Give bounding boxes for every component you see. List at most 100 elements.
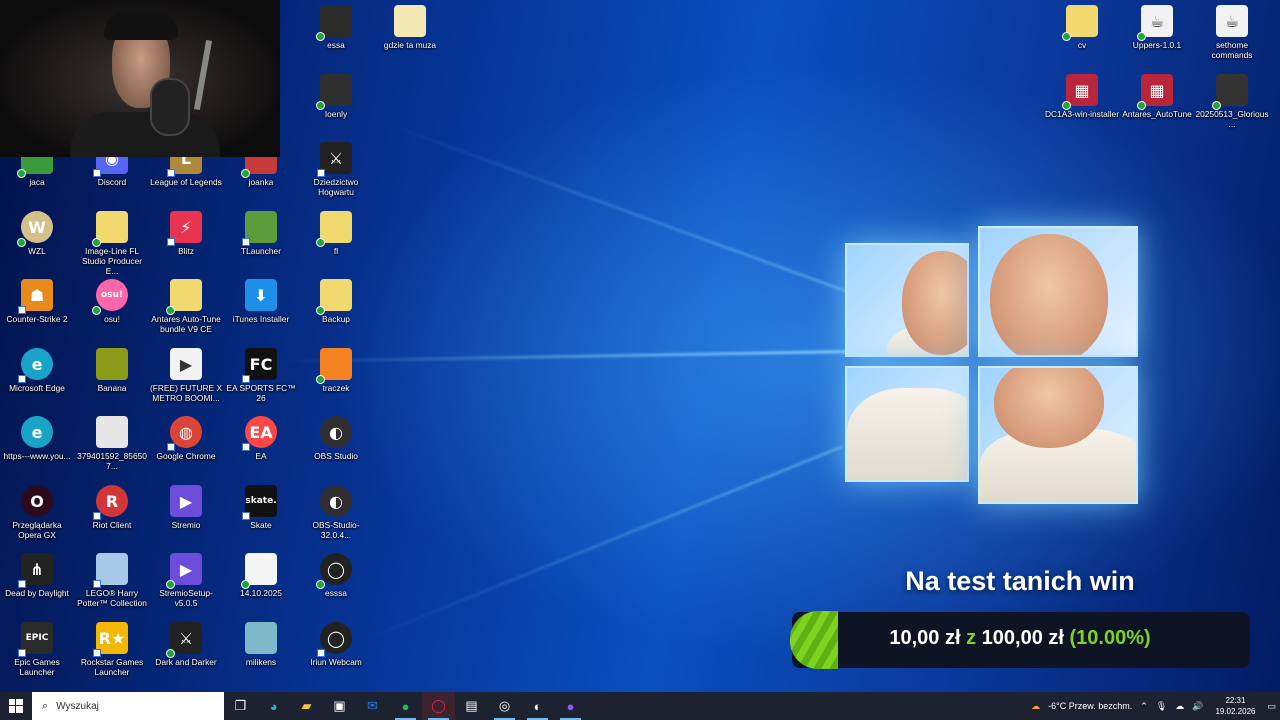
desktop-icon-stremio[interactable]: ▶ Stremio <box>149 485 223 530</box>
taskbar-spotify[interactable]: ● <box>389 692 422 720</box>
desktop-icon-date[interactable]: 14.10.2025 <box>224 553 298 598</box>
shortcut-arrow-icon <box>317 649 325 657</box>
desktop-icon-fc26[interactable]: FC EA SPORTS FC™ 26 <box>224 348 298 403</box>
weather-text[interactable]: -6°C Przew. bezchm. <box>1044 701 1136 711</box>
desktop-icon-blitz[interactable]: ⚡ Blitz <box>149 211 223 256</box>
taskbar-discord[interactable]: ● <box>554 692 587 720</box>
photos-icon: ▤ <box>465 698 478 713</box>
desktop-icon-ioenly[interactable]: Ioenly <box>299 74 373 119</box>
light-beam <box>359 445 843 643</box>
taskbar-outlook[interactable]: ✉ <box>356 692 389 720</box>
desktop-icon-edge[interactable]: e Microsoft Edge <box>0 348 74 393</box>
iriun-icon: ◯ <box>317 622 352 657</box>
chevron-up-icon[interactable]: ⌃ <box>1136 701 1152 712</box>
cs2-icon: ☗ <box>18 279 53 314</box>
desktop-icon-traczek[interactable]: traczek <box>299 348 373 393</box>
sync-status-icon <box>316 580 325 589</box>
taskbar-iriun[interactable]: ◎ <box>488 692 521 720</box>
network-icon[interactable]: ☁ <box>1171 701 1188 712</box>
desktop-icon-epic[interactable]: EPIC Epic Games Launcher <box>0 622 74 677</box>
clock[interactable]: 22:31 19.02.2026 <box>1207 695 1263 717</box>
desktop-icon-itunes[interactable]: ⬇ iTunes Installer <box>224 279 298 324</box>
desktop-icon-cv[interactable]: cv <box>1045 5 1119 50</box>
shortcut-arrow-icon <box>93 512 101 520</box>
desktop-icon-lego[interactable]: LEGO® Harry Potter™ Collection <box>75 553 149 608</box>
shortcut-arrow-icon <box>242 443 250 451</box>
sync-status-icon <box>17 169 26 178</box>
desktop-icon-dbd[interactable]: ⋔ Dead by Daylight <box>0 553 74 598</box>
sync-status-icon <box>1137 101 1146 110</box>
desktop-icon-ea[interactable]: EA EA <box>224 416 298 461</box>
sync-status-icon <box>316 306 325 315</box>
desktop-icon-label: Stremio <box>171 520 201 530</box>
desktop-icon-tlauncher[interactable]: TLauncher <box>224 211 298 256</box>
desktop-icon-backup[interactable]: Backup <box>299 279 373 324</box>
desktop-icon-label: cv <box>1077 40 1087 50</box>
desktop-icon-obs[interactable]: ◐ OBS Studio <box>299 416 373 461</box>
desktop-icon-uppers[interactable]: ☕ Uppers-1.0.1 <box>1120 5 1194 50</box>
desktop-icon-milikens[interactable]: milikens <box>224 622 298 667</box>
microphone-icon[interactable]: 🎙 <box>1152 701 1171 712</box>
taskbar-opera-gx[interactable]: ◯ <box>422 692 455 720</box>
window-pane-top-right <box>978 226 1138 357</box>
desktop-icon-essa[interactable]: essa <box>299 5 373 50</box>
desktop-icon-fl[interactable]: fl <box>299 211 373 256</box>
taskbar-edge[interactable]: ◕ <box>257 692 290 720</box>
rockstar-glyph: R★ <box>98 628 126 648</box>
wzl-glyph: W <box>28 217 46 237</box>
desktop-icon-osu[interactable]: osu! osu! <box>75 279 149 324</box>
desktop-icon-photo[interactable]: 379401592_856507... <box>75 416 149 471</box>
donation-goal-title: Na test tanich win <box>905 566 1135 596</box>
desktop-icon-esssa[interactable]: ◯ esssa <box>299 553 373 598</box>
desktop-icon-chrome[interactable]: ◍ Google Chrome <box>149 416 223 461</box>
youtube-icon: e <box>21 416 53 448</box>
desktop-icon-cs2[interactable]: ☗ Counter-Strike 2 <box>0 279 74 324</box>
hogwart-icon: ⚔ <box>317 142 352 177</box>
desktop-icon-iriun[interactable]: ◯ Iriun Webcam <box>299 622 373 667</box>
taskbar-store[interactable]: ▣ <box>323 692 356 720</box>
desktop-icon-skate[interactable]: skate. Skate <box>224 485 298 530</box>
desktop-icon-youtube[interactable]: e https---www.you... <box>0 416 74 461</box>
glorious-icon <box>1212 74 1248 110</box>
desktop-icon-flstudio[interactable]: Image-Line FL Studio Producer E... <box>75 211 149 276</box>
desktop-icon-opera[interactable]: O Przeglądarka Opera GX <box>0 485 74 540</box>
desktop-icon-label: WZL <box>28 246 46 256</box>
esssa-icon: ◯ <box>316 553 352 589</box>
weather-icon[interactable]: ☁ <box>1027 701 1044 712</box>
opera-glyph: O <box>30 491 44 511</box>
start-button[interactable] <box>0 692 32 720</box>
desktop-icon-obs32[interactable]: ◐ OBS-Studio-32.0.4... <box>299 485 373 540</box>
desktop-icon-antares1[interactable]: Antares Auto-Tune bundle V9 CE <box>149 279 223 334</box>
desktop-icon-glorious[interactable]: 20250513_Glorious... <box>1195 74 1269 129</box>
task-view-icon: ❐ <box>234 698 247 713</box>
desktop-icon-rockstar[interactable]: R★ Rockstar Games Launcher <box>75 622 149 677</box>
notifications-icon[interactable]: ▭ <box>1263 701 1280 712</box>
desktop-icon-banana[interactable]: Banana <box>75 348 149 393</box>
desktop-icon-gdzie[interactable]: gdzie ta muza <box>373 5 447 50</box>
volume-icon[interactable]: 🔊 <box>1188 701 1207 712</box>
sync-status-icon <box>316 238 325 247</box>
flstudio-icon <box>92 211 128 247</box>
taskbar-obs[interactable]: ◐ <box>521 692 554 720</box>
desktop-icon-label: Przeglądarka Opera GX <box>12 520 62 540</box>
taskbar-photos[interactable]: ▤ <box>455 692 488 720</box>
desktop-icon-future[interactable]: ▶ (FREE) FUTURE X METRO BOOMI... <box>149 348 223 403</box>
opera-icon: O <box>21 485 53 517</box>
desktop-icon-dc1a3[interactable]: ▦ DC1A3-win-installer <box>1045 74 1119 119</box>
shortcut-arrow-icon <box>93 169 101 177</box>
desktop-icon-riot[interactable]: R Riot Client <box>75 485 149 530</box>
backup-icon <box>316 279 352 315</box>
antares2-glyph: ▦ <box>1149 80 1165 100</box>
desktop-icon-darker[interactable]: ⚔ Dark and Darker <box>149 622 223 667</box>
sync-status-icon <box>1062 32 1071 41</box>
search-box[interactable]: ⌕ Wyszukaj <box>32 692 224 720</box>
sync-status-icon <box>17 238 26 247</box>
taskbar-file-explorer[interactable]: ▰ <box>290 692 323 720</box>
desktop-icon-stremiosetup[interactable]: ▶ StremioSetup-v5.0.5 <box>149 553 223 608</box>
task-view-button[interactable]: ❐ <box>224 692 257 720</box>
clock-time: 22:31 <box>1225 696 1246 705</box>
desktop-icon-wzl[interactable]: W WZL <box>0 211 74 256</box>
desktop-icon-sethome[interactable]: ☕ sethome commands <box>1195 5 1269 60</box>
desktop-icon-antares2[interactable]: ▦ Antares_AutoTune <box>1120 74 1194 119</box>
desktop-icon-hogwart[interactable]: ⚔ Dziedzictwo Hogwartu <box>299 142 373 197</box>
